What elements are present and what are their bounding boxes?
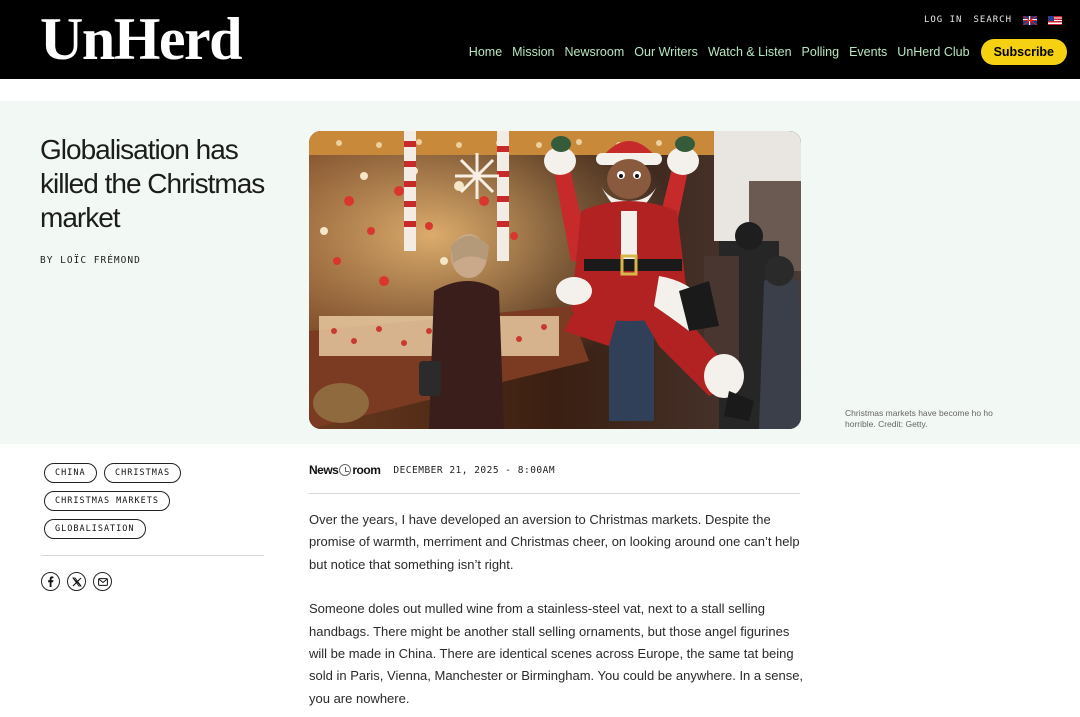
nav-mission[interactable]: Mission <box>512 45 554 59</box>
site-logo[interactable]: UnHerd <box>40 8 243 70</box>
tag-globalisation[interactable]: GLOBALISATION <box>44 519 146 539</box>
tag-christmas-markets[interactable]: CHRISTMAS MARKETS <box>44 491 170 511</box>
paragraph: Over the years, I have developed an aver… <box>309 512 800 572</box>
paragraph: Someone doles out mulled wine from a sta… <box>309 601 804 706</box>
login-link[interactable]: LOG IN <box>924 15 963 25</box>
nav-unherd-club[interactable]: UnHerd Club <box>897 45 969 59</box>
nav-home[interactable]: Home <box>469 45 502 59</box>
clock-icon <box>339 464 352 476</box>
share-buttons <box>41 572 112 591</box>
facebook-icon[interactable] <box>41 572 60 591</box>
tag-list: CHINA CHRISTMAS CHRISTMAS MARKETS GLOBAL… <box>44 462 274 546</box>
article-title: Globalisation has killed the Christmas m… <box>40 134 265 233</box>
utility-bar: LOG IN SEARCH <box>924 15 1062 25</box>
nav-events[interactable]: Events <box>849 45 887 59</box>
hero-image <box>309 131 801 429</box>
publish-date: DECEMBER 21, 2025 - 8:00AM <box>393 464 556 476</box>
nav-newsroom[interactable]: Newsroom <box>565 45 625 59</box>
subscribe-button[interactable]: Subscribe <box>980 39 1067 65</box>
article-byline[interactable]: BY LOÏC FRÉMOND <box>40 255 141 266</box>
email-icon[interactable] <box>93 572 112 591</box>
x-icon[interactable] <box>67 572 86 591</box>
article-meta: News room DECEMBER 21, 2025 - 8:00AM <box>309 463 555 477</box>
divider <box>41 555 264 556</box>
newsroom-label[interactable]: News room <box>309 463 381 477</box>
nav-watch-listen[interactable]: Watch & Listen <box>708 45 792 59</box>
us-flag-icon[interactable] <box>1048 15 1062 25</box>
main-nav: Home Mission Newsroom Our Writers Watch … <box>469 39 1067 65</box>
search-link[interactable]: SEARCH <box>973 15 1012 25</box>
tag-christmas[interactable]: CHRISTMAS <box>104 463 182 483</box>
nav-polling[interactable]: Polling <box>802 45 840 59</box>
nav-our-writers[interactable]: Our Writers <box>634 45 698 59</box>
divider <box>309 493 800 494</box>
tag-china[interactable]: CHINA <box>44 463 97 483</box>
uk-flag-icon[interactable] <box>1023 15 1037 25</box>
image-caption: Christmas markets have become ho ho horr… <box>845 408 993 429</box>
site-header: UnHerd LOG IN SEARCH Home Mission Newsro… <box>0 0 1080 79</box>
article-body: Over the years, I have developed an aver… <box>309 509 804 717</box>
